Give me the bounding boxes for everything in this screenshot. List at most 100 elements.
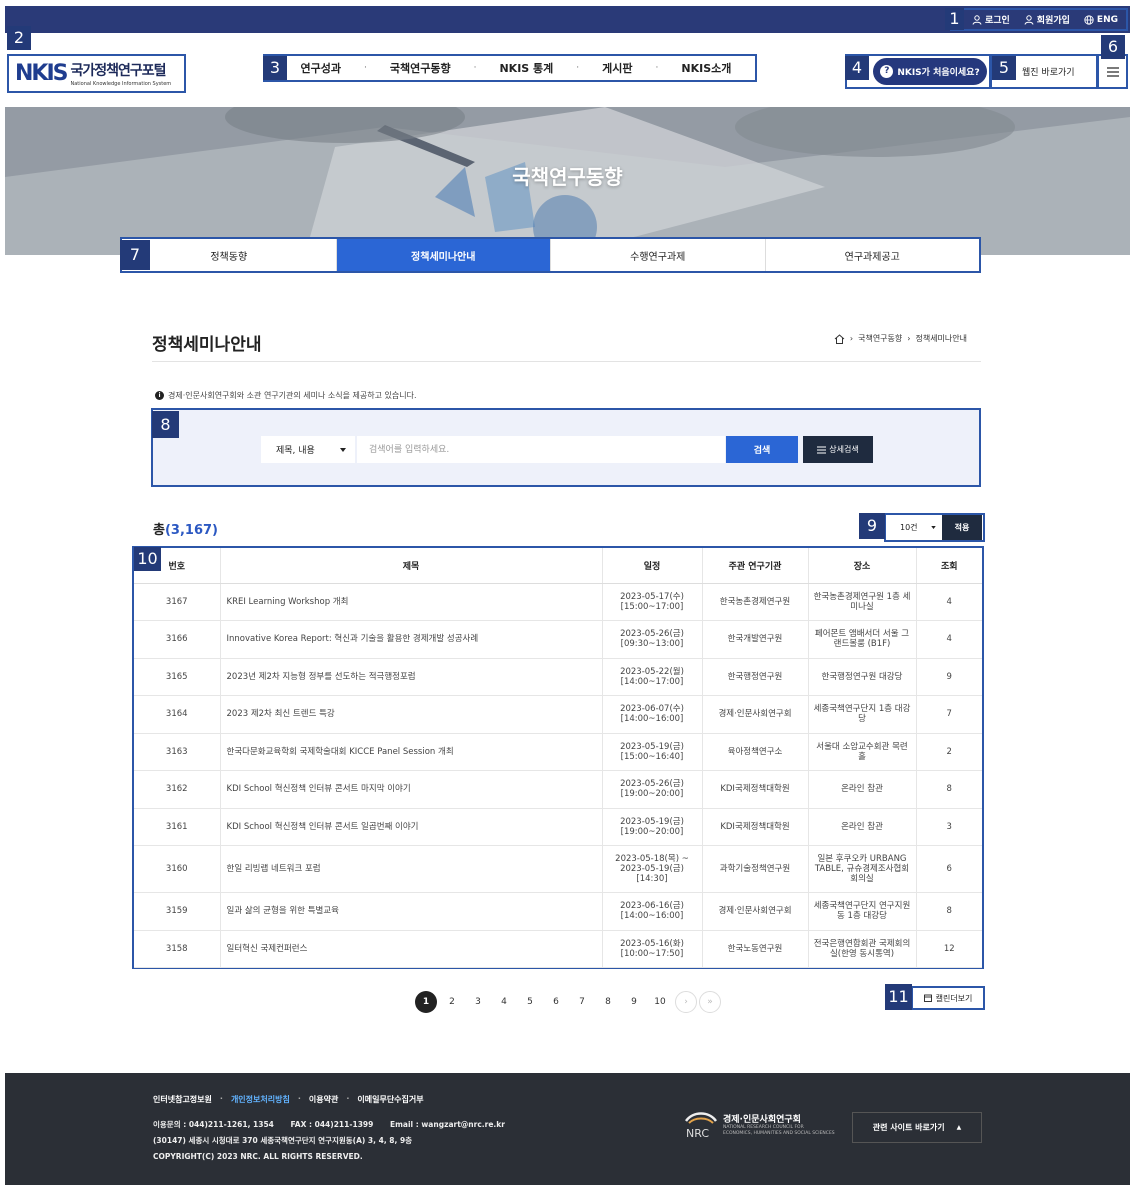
schedule-line: [10:00~17:50] <box>620 948 684 959</box>
table-row[interactable]: 3160 한일 리빙랩 네트워크 포럼 2023-05-18(목) ~2023-… <box>134 845 982 893</box>
marker-5: 5 <box>992 56 1016 80</box>
cell-views: 3 <box>916 808 982 846</box>
table-row[interactable]: 3162 KDI School 혁신정책 인터뷰 콘서트 마지막 이야기 202… <box>134 770 982 809</box>
schedule-line: 2023-05-26(금) <box>620 629 684 640</box>
total-count: 총(3,167) <box>153 519 218 538</box>
cell-title-link[interactable]: KDI School 혁신정책 인터뷰 콘서트 일곱번째 이야기 <box>220 808 603 846</box>
marker-3: 3 <box>263 56 287 80</box>
cell-number: 3167 <box>134 583 221 621</box>
footer-link-privacy[interactable]: 개인정보처리방침 <box>231 1094 290 1105</box>
total-number: (3,167) <box>164 523 218 538</box>
col-header-organizer: 주관 연구기관 <box>702 548 809 584</box>
next-page-button[interactable]: › <box>675 991 697 1013</box>
marker-10: 10 <box>134 547 161 571</box>
cell-place: 일본 후쿠오카 URBANG TABLE, 규슈경제조사협회 회의실 <box>808 845 917 893</box>
tab-ongoing-research[interactable]: 수행연구과제 <box>551 239 766 271</box>
footer-copyright: COPYRIGHT(C) 2023 NRC. ALL RIGHTS RESERV… <box>153 1152 363 1161</box>
join-link[interactable]: 회원가입 <box>1024 13 1070 26</box>
caret-down-icon <box>340 447 346 452</box>
table-row[interactable]: 3166 Innovative Korea Report: 혁신과 기술을 활용… <box>134 620 982 659</box>
footer-link-email-policy[interactable]: 이메일무단수집거부 <box>357 1094 423 1105</box>
all-menu-button[interactable] <box>1097 54 1128 89</box>
info-icon: i <box>155 391 164 400</box>
nrc-text: 경제·인문사회연구회 NATIONAL RESEARCH COUNCIL FOR… <box>723 1112 835 1137</box>
marker-1: 1 <box>945 8 964 30</box>
footer-link-terms[interactable]: 이용약관 <box>309 1094 338 1105</box>
calendar-view-button[interactable]: 캘린더보기 <box>911 986 985 1010</box>
cell-schedule: 2023-06-07(수) [14:00~16:00] <box>602 695 703 734</box>
cell-organizer: 과학기술정책연구원 <box>702 845 809 893</box>
cell-views: 7 <box>916 695 982 734</box>
cell-title-link[interactable]: 2023년 제2차 지능형 정부를 선도하는 적극행정포럼 <box>220 658 603 696</box>
nav-research-results[interactable]: 연구성과 <box>301 60 341 76</box>
nav-separator: · <box>655 63 659 73</box>
page-link[interactable]: 4 <box>491 991 517 1013</box>
cell-title-link[interactable]: KREI Learning Workshop 개최 <box>220 583 603 621</box>
page-link[interactable]: 7 <box>569 991 595 1013</box>
cell-organizer: 한국행정연구원 <box>702 658 809 696</box>
total-prefix: 총 <box>153 523 165 538</box>
last-page-button[interactable]: » <box>699 991 721 1013</box>
page-link[interactable]: 3 <box>465 991 491 1013</box>
language-link[interactable]: ENG <box>1084 15 1118 25</box>
page-link[interactable]: 6 <box>543 991 569 1013</box>
cell-title-link[interactable]: 일터혁신 국제컨퍼런스 <box>220 930 603 968</box>
cell-title-link[interactable]: 일과 삶의 균형을 위한 특별교육 <box>220 892 603 931</box>
schedule-line: 2023-05-16(화) <box>620 938 684 949</box>
table-row[interactable]: 3159 일과 삶의 균형을 위한 특별교육 2023-06-16(금) [14:… <box>134 892 982 931</box>
site-logo[interactable]: NKIS 국가정책연구포털 National Knowledge Informa… <box>7 54 186 93</box>
page-link[interactable]: 10 <box>647 991 673 1013</box>
apply-button[interactable]: 적용 <box>942 515 982 540</box>
info-notice: i 경제·인문사회연구회와 소관 연구기관의 세미나 소식을 제공하고 있습니다… <box>155 390 417 401</box>
utility-menu: 로그인 회원가입 ENG <box>949 8 1128 31</box>
nav-nkis-statistics[interactable]: NKIS 통계 <box>499 60 553 76</box>
page-link[interactable]: 5 <box>517 991 543 1013</box>
footer-link-reference[interactable]: 인터넷참고정보원 <box>153 1094 212 1105</box>
advanced-search-button[interactable]: 상세검색 <box>803 436 873 463</box>
breadcrumb-item[interactable]: 정책세미나안내 <box>915 333 967 344</box>
nav-national-research-trends[interactable]: 국책연구동향 <box>390 60 451 76</box>
cell-views: 4 <box>916 583 982 621</box>
table-row[interactable]: 3165 2023년 제2차 지능형 정부를 선도하는 적극행정포럼 2023-… <box>134 658 982 696</box>
breadcrumb-item[interactable]: 국책연구동향 <box>858 333 902 344</box>
related-sites-button[interactable]: 관련 사이트 바로가기 ▲ <box>852 1112 982 1143</box>
notice-text: 경제·인문사회연구회와 소관 연구기관의 세미나 소식을 제공하고 있습니다. <box>168 391 417 400</box>
home-icon[interactable] <box>834 333 845 344</box>
cell-number: 3164 <box>134 695 221 734</box>
cell-organizer: 경제·인문사회연구회 <box>702 695 809 734</box>
nav-about-nkis[interactable]: NKIS소개 <box>681 60 731 76</box>
login-link[interactable]: 로그인 <box>972 13 1010 26</box>
hero-title: 국책연구동향 <box>512 165 623 189</box>
page-link-current[interactable]: 1 <box>413 991 439 1013</box>
nav-board[interactable]: 게시판 <box>602 60 632 76</box>
first-visit-button[interactable]: ? NKIS가 처음이세요? <box>873 58 987 85</box>
page-link[interactable]: 2 <box>439 991 465 1013</box>
tab-research-announcement[interactable]: 연구과제공고 <box>766 239 980 271</box>
cell-place: 온라인 참관 <box>808 808 917 846</box>
table-row[interactable]: 3163 한국다문화교육학회 국제학술대회 KICCE Panel Sessio… <box>134 733 982 771</box>
page-link[interactable]: 8 <box>595 991 621 1013</box>
contact-label: 이용문의 : <box>153 1120 187 1129</box>
cell-title-link[interactable]: 2023 제2차 최신 트렌드 특강 <box>220 695 603 734</box>
cell-title-link[interactable]: 한일 리빙랩 네트워크 포럼 <box>220 845 603 893</box>
globe-icon <box>1084 14 1094 25</box>
table-row[interactable]: 3158 일터혁신 국제컨퍼런스 2023-05-16(화) [10:00~17:… <box>134 930 982 968</box>
col-header-place: 장소 <box>808 548 917 584</box>
page-link[interactable]: 9 <box>621 991 647 1013</box>
table-row[interactable]: 3161 KDI School 혁신정책 인터뷰 콘서트 일곱번째 이야기 20… <box>134 808 982 846</box>
cell-title-link[interactable]: Innovative Korea Report: 혁신과 기술을 활용한 경제개… <box>220 620 603 659</box>
cell-organizer: 한국개발연구원 <box>702 620 809 659</box>
tab-policy-trends[interactable]: 정책동향 <box>122 239 337 271</box>
cell-title-link[interactable]: 한국다문화교육학회 국제학술대회 KICCE Panel Session 개최 <box>220 733 603 771</box>
tab-policy-seminar[interactable]: 정책세미나안내 <box>336 239 551 271</box>
search-field-select[interactable]: 제목, 내용 <box>261 436 355 463</box>
table-row[interactable]: 3164 2023 제2차 최신 트렌드 특강 2023-06-07(수) [14… <box>134 695 982 734</box>
col-header-title: 제목 <box>220 548 603 584</box>
search-button[interactable]: 검색 <box>726 436 798 463</box>
search-input[interactable] <box>357 436 725 463</box>
seminar-table-grid: 번호 제목 일정 주관 연구기관 장소 조회 3167 KREI Learnin… <box>134 548 982 968</box>
table-row[interactable]: 3167 KREI Learning Workshop 개최 2023-05-1… <box>134 583 982 621</box>
cell-title-link[interactable]: KDI School 혁신정책 인터뷰 콘서트 마지막 이야기 <box>220 770 603 809</box>
per-page-select[interactable]: 10건 <box>886 515 942 540</box>
advanced-search-label: 상세검색 <box>829 445 859 454</box>
